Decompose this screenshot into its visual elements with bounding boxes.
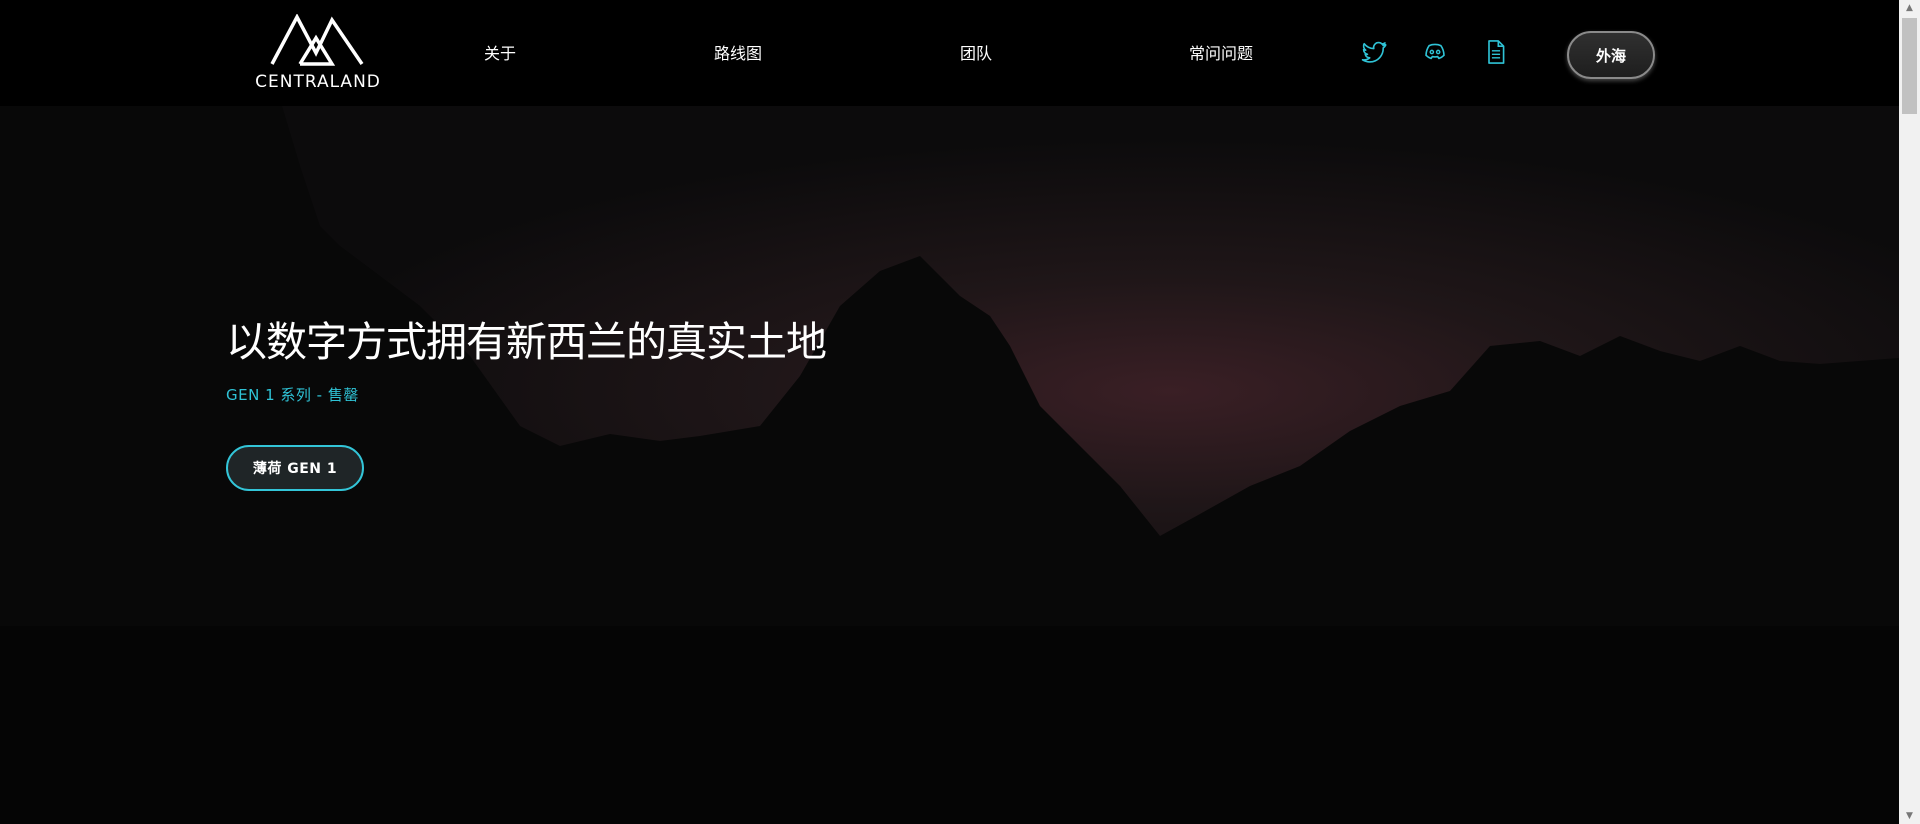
centraland-logo[interactable]: CENTRALAND [248,14,388,94]
hero-section: 以数字方式拥有新西兰的真实土地 GEN 1 系列 - 售罄 薄荷 GEN 1 [0,106,1899,824]
nav-team[interactable]: 团队 [960,40,992,64]
nav-roadmap[interactable]: 路线图 [714,40,762,64]
mint-gen1-button[interactable]: 薄荷 GEN 1 [226,445,364,491]
nav-faq[interactable]: 常问问题 [1189,40,1253,64]
vertical-scrollbar[interactable]: ▲ ▼ [1899,0,1920,824]
scroll-up-arrow-icon[interactable]: ▲ [1899,0,1920,16]
site-header: CENTRALAND 关于 路线图 团队 常问问题 外海 [0,0,1899,106]
twitter-icon[interactable] [1360,38,1388,66]
discord-icon[interactable] [1421,38,1449,66]
scroll-thumb[interactable] [1902,18,1917,114]
mountain-logo-icon [270,14,364,66]
logo-text: CENTRALAND [255,72,381,92]
hero-title: 以数字方式拥有新西兰的真实土地 [226,318,827,366]
document-icon[interactable] [1482,38,1510,66]
opensea-button[interactable]: 外海 [1567,31,1655,79]
hero-subtitle: GEN 1 系列 - 售罄 [226,386,359,404]
nav-about[interactable]: 关于 [484,40,516,64]
scroll-down-arrow-icon[interactable]: ▼ [1899,808,1920,824]
